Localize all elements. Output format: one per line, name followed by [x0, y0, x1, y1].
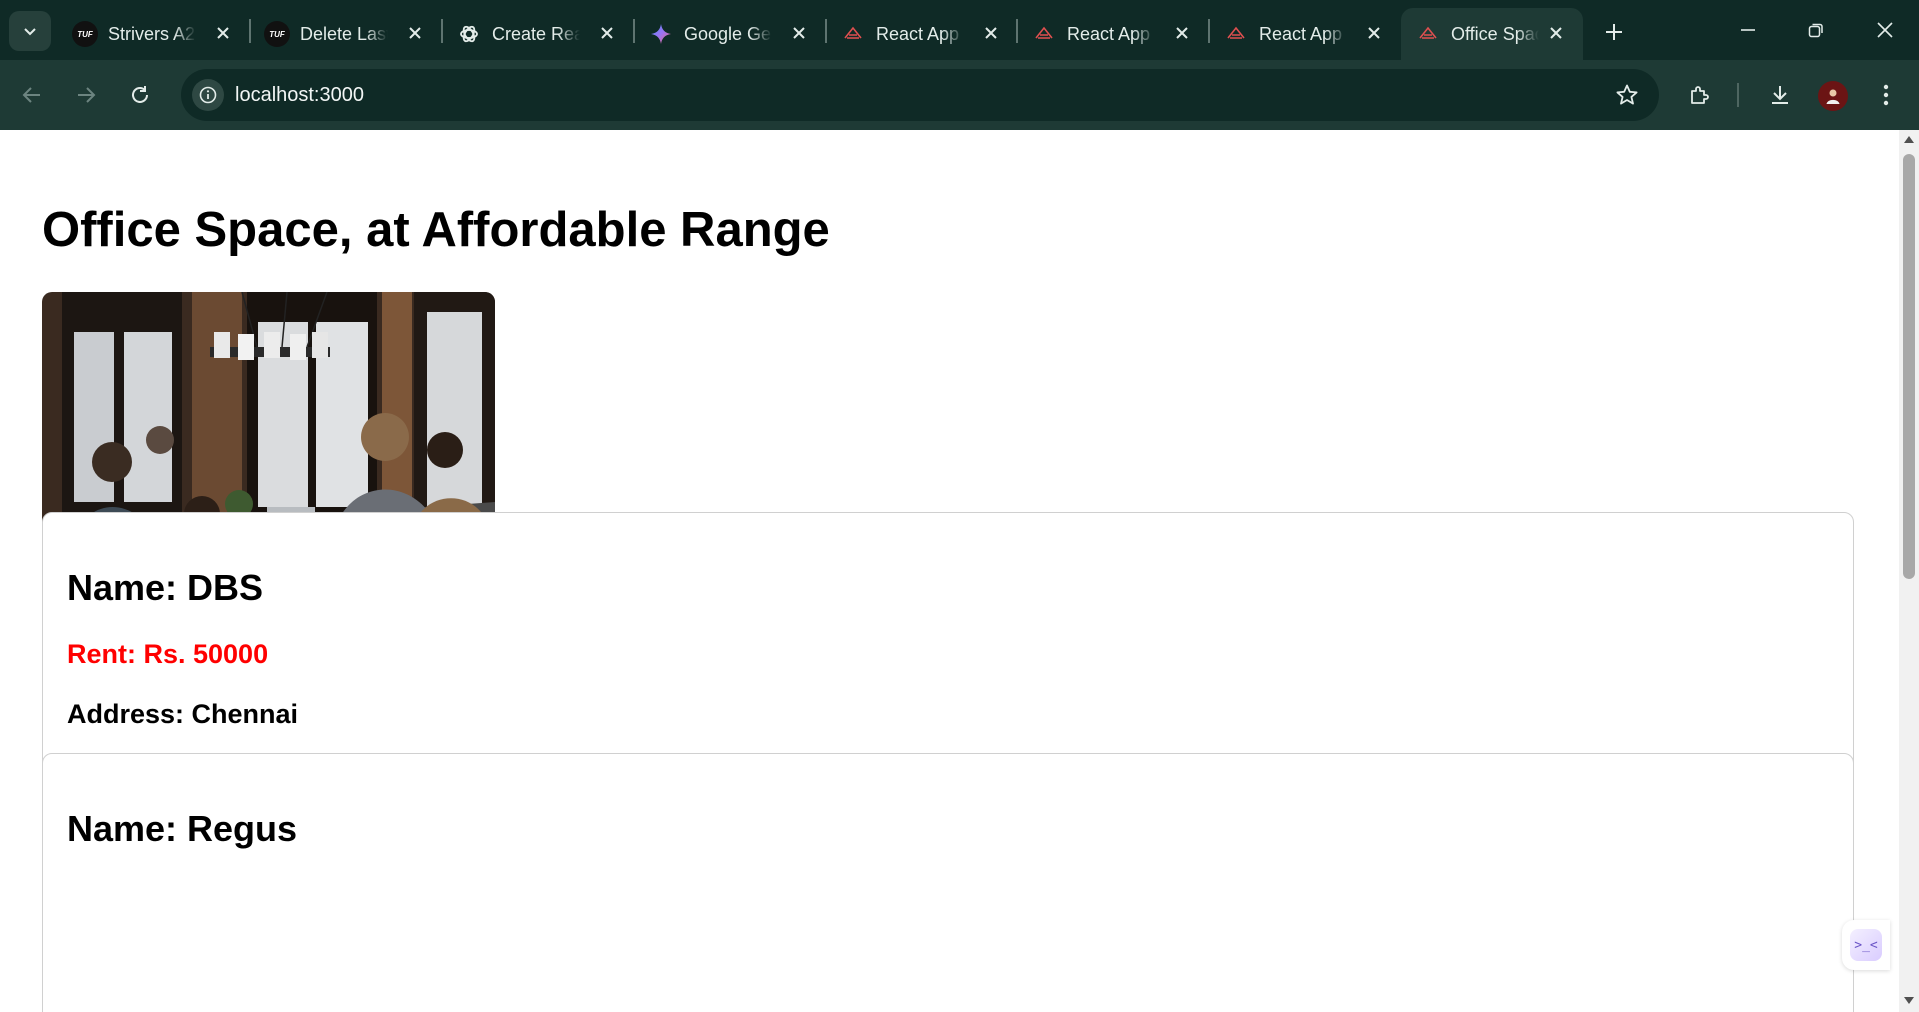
forward-button[interactable]	[67, 76, 105, 114]
scrollbar-thumb[interactable]	[1903, 154, 1915, 579]
puzzle-icon	[1691, 86, 1709, 104]
tab-title: Create React App	[492, 23, 580, 44]
restore-button[interactable]	[1782, 0, 1850, 60]
kebab-menu-icon	[1883, 84, 1889, 106]
react-icon	[1031, 21, 1057, 47]
info-icon	[199, 86, 217, 104]
scroll-up-arrow-icon[interactable]	[1904, 136, 1914, 143]
new-tab-button[interactable]	[1596, 14, 1632, 50]
extensions-button[interactable]	[1681, 76, 1719, 114]
close-icon	[1877, 22, 1893, 38]
profile-avatar[interactable]	[1818, 81, 1848, 111]
tab-office-space[interactable]: Office Space	[1401, 8, 1583, 60]
address-bar[interactable]: localhost:3000	[181, 69, 1659, 121]
react-icon	[840, 21, 866, 47]
scroll-down-arrow-icon[interactable]	[1904, 997, 1914, 1004]
toolbar-separator	[1737, 83, 1739, 107]
page-scrollbar[interactable]	[1899, 130, 1919, 1012]
tab-delete-last-node[interactable]: TUF Delete Last Node	[250, 8, 442, 60]
downloads-button[interactable]	[1761, 76, 1799, 114]
react-icon	[1223, 21, 1249, 47]
minimize-button[interactable]	[1714, 0, 1782, 60]
office-name: Name: DBS	[67, 567, 264, 608]
extension-floating-button[interactable]: >_<	[1842, 920, 1890, 970]
openai-icon	[456, 21, 482, 47]
tab-react-app-2[interactable]: React App	[1017, 8, 1209, 60]
page-title: Office Space, at Affordable Range	[42, 203, 830, 257]
url-text[interactable]: localhost:3000	[235, 84, 364, 107]
page-viewport: Office Space, at Affordable Range Name: …	[0, 130, 1899, 1012]
close-icon[interactable]	[212, 22, 234, 44]
tuf-logo-icon: TUF	[72, 21, 98, 47]
office-name: Name: Regus	[67, 808, 298, 849]
close-icon[interactable]	[1363, 22, 1385, 44]
close-icon[interactable]	[1171, 22, 1193, 44]
office-card: Name: Regus	[42, 753, 1854, 1012]
tuf-logo-icon: TUF	[264, 21, 290, 47]
tab-search-button[interactable]	[9, 11, 51, 51]
office-card: Name: DBS Rent: Rs. 50000 Address: Chenn…	[42, 512, 1854, 782]
star-icon	[1616, 84, 1638, 105]
tab-title: React App	[876, 23, 960, 44]
back-arrow-icon	[22, 87, 40, 103]
tab-strip: TUF Strivers A2Z DSA Course TUF Delete L…	[0, 0, 1919, 60]
restore-icon	[1808, 23, 1823, 38]
minimize-icon	[1741, 29, 1755, 31]
tab-title: Office Space	[1451, 23, 1539, 44]
tab-react-app-3[interactable]: React App	[1209, 8, 1401, 60]
close-icon[interactable]	[596, 22, 618, 44]
react-icon	[1415, 21, 1441, 47]
chevron-down-icon	[24, 28, 36, 36]
extension-face-icon: >_<	[1850, 929, 1882, 961]
office-rent: Rent: Rs. 50000	[67, 639, 269, 669]
menu-button[interactable]	[1867, 76, 1905, 114]
tab-title: React App	[1259, 23, 1343, 44]
browser-toolbar: localhost:3000	[0, 60, 1919, 130]
tab-create-react-app[interactable]: Create React App	[442, 8, 634, 60]
tab-title: Google Gemini	[684, 23, 772, 44]
tab-react-app-1[interactable]: React App	[826, 8, 1018, 60]
bookmark-button[interactable]	[1613, 81, 1641, 109]
close-window-button[interactable]	[1851, 0, 1919, 60]
close-icon[interactable]	[1545, 22, 1567, 44]
reload-button[interactable]	[121, 76, 159, 114]
site-info-button[interactable]	[192, 79, 224, 111]
close-icon[interactable]	[980, 22, 1002, 44]
tab-strivers[interactable]: TUF Strivers A2Z DSA Course	[58, 8, 250, 60]
back-button[interactable]	[13, 76, 51, 114]
avatar-icon	[1826, 89, 1840, 104]
close-icon[interactable]	[404, 22, 426, 44]
tab-title: React App	[1067, 23, 1151, 44]
reload-icon	[132, 86, 148, 103]
download-icon	[1772, 86, 1788, 104]
forward-arrow-icon	[78, 87, 96, 103]
plus-icon	[1606, 24, 1622, 40]
close-icon[interactable]	[788, 22, 810, 44]
tab-google-gemini[interactable]: Google Gemini	[634, 8, 826, 60]
gemini-sparkle-icon	[648, 21, 674, 47]
tab-title: Delete Last Node	[300, 23, 388, 44]
tab-title: Strivers A2Z DSA Course	[108, 23, 196, 44]
office-address: Address: Chennai	[67, 699, 299, 729]
